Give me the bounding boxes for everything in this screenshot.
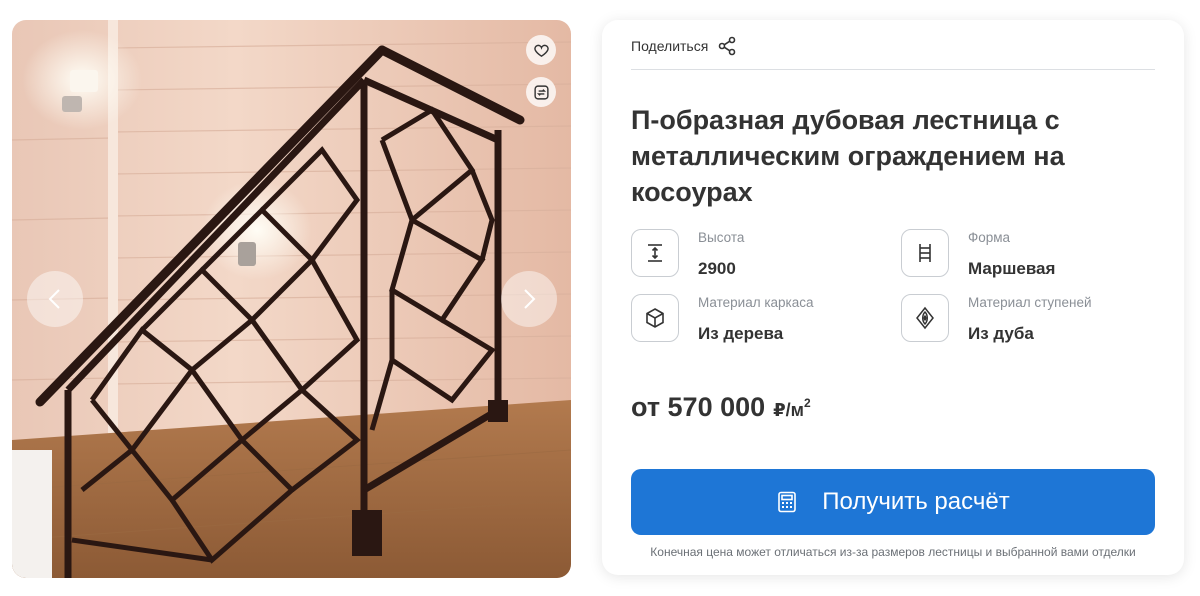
cube-icon: [646, 308, 664, 328]
product-title: П-образная дубовая лестница с металличес…: [631, 105, 1065, 207]
gallery-next-button[interactable]: [501, 271, 557, 327]
spec-label: Материал ступеней: [968, 295, 1092, 310]
spec-icon-box: [901, 294, 949, 342]
get-estimate-button[interactable]: Получить расчёт: [631, 469, 1155, 535]
price-unit: ₽/м2: [773, 396, 811, 421]
spec-value: Маршевая: [968, 259, 1056, 278]
price-disclaimer: Конечная цена может отличаться из-за раз…: [650, 545, 1136, 559]
price-value: от 570 000: [631, 392, 766, 422]
price-unit-text: ₽/м: [773, 400, 804, 420]
calculator-icon: [778, 491, 797, 513]
spec-value: Из дуба: [968, 324, 1034, 343]
spec-value: Из дерева: [698, 324, 784, 343]
product-info-card: Поделиться П-образная дубовая лестница с…: [602, 20, 1184, 575]
heart-icon: [533, 44, 549, 57]
share-icon: [719, 36, 736, 56]
spec-label: Форма: [968, 230, 1011, 245]
spec-form: Форма Маршевая: [901, 229, 1055, 279]
spec-icon-box: [901, 229, 949, 277]
spec-icon-box: [631, 229, 679, 277]
spec-value: 2900: [698, 259, 736, 278]
product-photo: [12, 20, 571, 578]
product-gallery[interactable]: [12, 20, 571, 578]
divider: [631, 69, 1155, 70]
spec-label: Высота: [698, 230, 745, 245]
chevron-right-icon: [524, 289, 536, 309]
share-button[interactable]: Поделиться: [631, 36, 737, 56]
favorite-button[interactable]: [526, 35, 556, 65]
price: от 570 000 ₽/м2: [631, 392, 811, 423]
wood-grain-icon: [916, 306, 934, 330]
ladder-icon: [919, 244, 931, 262]
spec-label: Материал каркаса: [698, 295, 814, 310]
chevron-left-icon: [48, 289, 60, 309]
compare-button[interactable]: [526, 77, 556, 107]
spec-frame-material: Материал каркаса Из дерева: [631, 294, 814, 344]
spec-steps-material: Материал ступеней Из дуба: [901, 294, 1092, 344]
spec-icon-box: [631, 294, 679, 342]
height-icon: [648, 244, 662, 262]
price-unit-power: 2: [804, 396, 811, 410]
share-label: Поделиться: [631, 38, 709, 54]
get-estimate-label: Получить расчёт: [822, 488, 1010, 515]
compare-icon: [533, 84, 549, 100]
gallery-prev-button[interactable]: [27, 271, 83, 327]
spec-height: Высота 2900: [631, 229, 744, 279]
